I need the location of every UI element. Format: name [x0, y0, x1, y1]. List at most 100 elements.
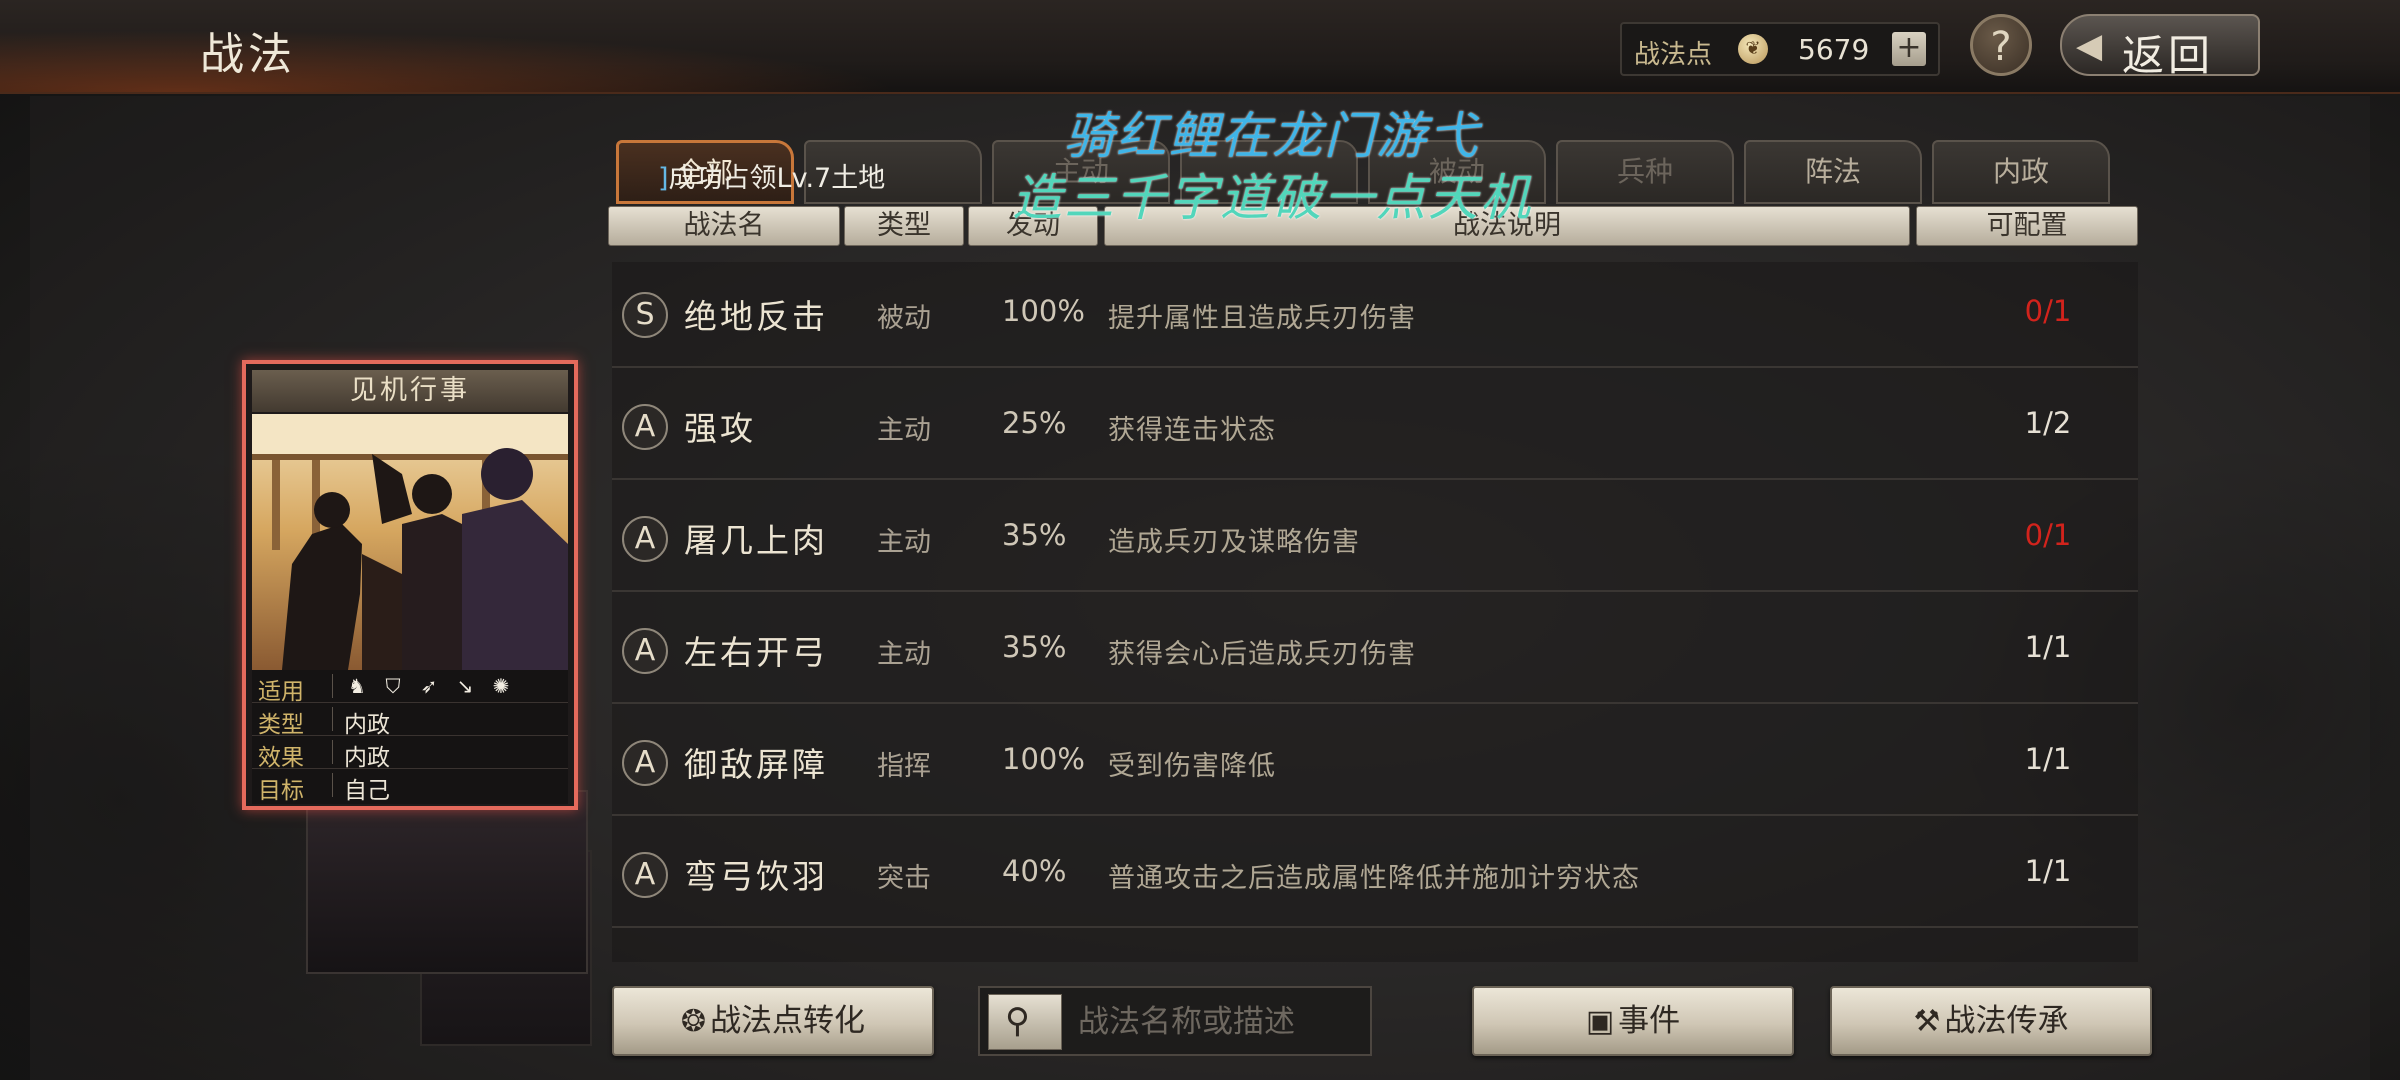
column-header-name[interactable]: 战法名 — [608, 206, 840, 246]
divider — [332, 773, 333, 797]
occupation-notice: ]成功占领Lv.7土地 — [658, 156, 885, 195]
convert-points-button[interactable]: ❂ 战法点转化 — [612, 986, 934, 1056]
divider — [332, 674, 333, 698]
skill-name: 强攻 — [684, 409, 756, 448]
grade-badge: A — [622, 404, 668, 450]
search-input[interactable] — [1076, 998, 1370, 1046]
search-box: ⚲ — [978, 986, 1372, 1056]
grade-badge: A — [622, 628, 668, 674]
skill-rate: 35% — [1002, 518, 1067, 552]
skill-points-label: 战法点 — [1634, 40, 1713, 70]
grade-badge: A — [622, 516, 668, 562]
skill-type: 主动 — [877, 415, 931, 446]
skill-rate: 25% — [1002, 406, 1067, 440]
bow-icon: ➶ — [420, 674, 438, 698]
hammer-icon: ⚒ — [1913, 1004, 1941, 1039]
page-title: 战法 — [200, 29, 296, 80]
skill-points-value: 5679 — [1798, 33, 1870, 66]
tab-internal[interactable]: 内政 — [1932, 140, 2110, 204]
skill-description: 获得连击状态 — [1108, 415, 1276, 446]
convert-points-label: 战法点转化 — [710, 1003, 866, 1039]
spear-icon: ↘ — [456, 674, 474, 698]
skill-availability: 1/1 — [2024, 630, 2072, 664]
skill-list[interactable]: S 绝地反击 被动 100% 提升属性且造成兵刃伤害 0/1 A 强攻 主动 2… — [612, 262, 2138, 962]
skill-availability: 1/1 — [2024, 742, 2072, 776]
skill-row[interactable]: A 左右开弓 主动 35% 获得会心后造成兵刃伤害 1/1 — [612, 598, 2138, 704]
back-button[interactable]: ◀ 返回 — [2060, 14, 2260, 80]
skill-description: 获得会心后造成兵刃伤害 — [1108, 639, 1416, 670]
card-title: 见机行事 — [252, 370, 568, 412]
events-label: 事件 — [1618, 1003, 1681, 1039]
back-label: 返回 — [2122, 31, 2215, 80]
skill-inherit-label: 战法传承 — [1944, 1003, 2069, 1039]
add-points-button[interactable]: + — [1892, 32, 1926, 66]
card-type-label: 类型 — [258, 712, 304, 738]
search-icon: ⚲ — [1005, 1001, 1030, 1041]
divider — [332, 740, 333, 764]
skill-inherit-button[interactable]: ⚒ 战法传承 — [1830, 986, 2152, 1056]
watermark-line-2: 造三千字道破一点天机 — [1012, 169, 1532, 227]
top-bar: 战法 战法点 ❦ 5679 + ? ◀ 返回 — [0, 0, 2400, 94]
card-effect-label: 效果 — [258, 745, 304, 771]
skill-type: 主动 — [877, 527, 931, 558]
skill-availability: 0/1 — [2024, 294, 2072, 328]
skill-rate: 35% — [1002, 630, 1067, 664]
skill-points-icon: ❦ — [1738, 34, 1768, 64]
divider — [332, 707, 333, 731]
skill-availability: 0/1 — [2024, 518, 2072, 552]
skill-description: 造成兵刃及谋略伤害 — [1108, 527, 1360, 558]
search-button[interactable]: ⚲ — [988, 994, 1062, 1050]
tab-formation[interactable]: 阵法 — [1744, 140, 1922, 204]
title-glow — [0, 30, 900, 92]
card-stack-middle — [306, 790, 588, 974]
skill-name: 御敌屏障 — [684, 745, 828, 784]
column-header-type[interactable]: 类型 — [844, 206, 964, 246]
card-type-value: 内政 — [344, 712, 390, 738]
skill-row[interactable]: A 御敌屏障 指挥 100% 受到伤害降低 1/1 — [612, 710, 2138, 816]
event-book-icon: ▣ — [1585, 1004, 1615, 1039]
skill-points-panel: 战法点 ❦ 5679 + — [1620, 22, 1940, 76]
skill-description: 普通攻击之后造成属性降低并施加计穷状态 — [1108, 863, 1640, 894]
help-button[interactable]: ? — [1970, 14, 2032, 76]
skill-description: 提升属性且造成兵刃伤害 — [1108, 303, 1416, 334]
card-artwork — [252, 414, 568, 670]
skill-rate: 40% — [1002, 854, 1067, 888]
skill-name: 弯弓饮羽 — [684, 857, 828, 896]
skill-row[interactable]: A 强攻 主动 25% 获得连击状态 1/2 — [612, 374, 2138, 480]
skill-availability: 1/1 — [2024, 854, 2072, 888]
skill-row[interactable]: A 屠几上肉 主动 35% 造成兵刃及谋略伤害 0/1 — [612, 486, 2138, 592]
skill-description: 受到伤害降低 — [1108, 751, 1276, 782]
card-target-row: 目标 自己 — [252, 769, 568, 804]
skill-type: 突击 — [877, 863, 931, 894]
card-illustration — [252, 414, 568, 670]
wheel-icon: ✺ — [492, 674, 510, 698]
skill-availability: 1/2 — [2024, 406, 2072, 440]
notice-text: 成功占领Lv.7土地 — [668, 163, 886, 194]
card-target-value: 自己 — [344, 778, 390, 804]
skill-name: 绝地反击 — [684, 297, 828, 336]
skill-row[interactable]: A 弯弓饮羽 突击 40% 普通攻击之后造成属性降低并施加计穷状态 1/1 — [612, 822, 2138, 928]
grade-badge: S — [622, 292, 668, 338]
skill-type: 被动 — [877, 303, 931, 334]
flame-icon: ❂ — [680, 1004, 707, 1039]
skill-name: 左右开弓 — [684, 633, 828, 672]
tab-troop[interactable]: 兵种 — [1556, 140, 1734, 204]
card-stats: 适用 ♞ ⛉ ➶ ↘ ✺ 类型 内政 效果 内政 目标 自己 — [252, 670, 568, 804]
grade-badge: A — [622, 740, 668, 786]
skill-name: 屠几上肉 — [684, 521, 828, 560]
card-target-label: 目标 — [258, 778, 304, 804]
card-effect-value: 内政 — [344, 745, 390, 771]
skill-rate: 100% — [1002, 742, 1085, 776]
skill-row[interactable]: S 绝地反击 被动 100% 提升属性且造成兵刃伤害 0/1 — [612, 262, 2138, 368]
card-applicable-row: 适用 ♞ ⛉ ➶ ↘ ✺ — [252, 670, 568, 705]
question-icon: ? — [1990, 24, 2012, 70]
card-applicable-label: 适用 — [258, 679, 304, 705]
events-button[interactable]: ▣ 事件 — [1472, 986, 1794, 1056]
selected-skill-card[interactable]: 见机行事 适用 ♞ ⛉ ➶ ↘ ✺ 类型 内政 效果 内政 目标 自己 — [242, 360, 578, 810]
back-arrow-icon: ◀ — [2076, 26, 2107, 66]
skill-rate: 100% — [1002, 294, 1085, 328]
card-type-row: 类型 内政 — [252, 703, 568, 738]
skill-type: 主动 — [877, 639, 931, 670]
shield-icon: ⛉ — [385, 674, 401, 698]
column-header-avail[interactable]: 可配置 — [1916, 206, 2138, 246]
